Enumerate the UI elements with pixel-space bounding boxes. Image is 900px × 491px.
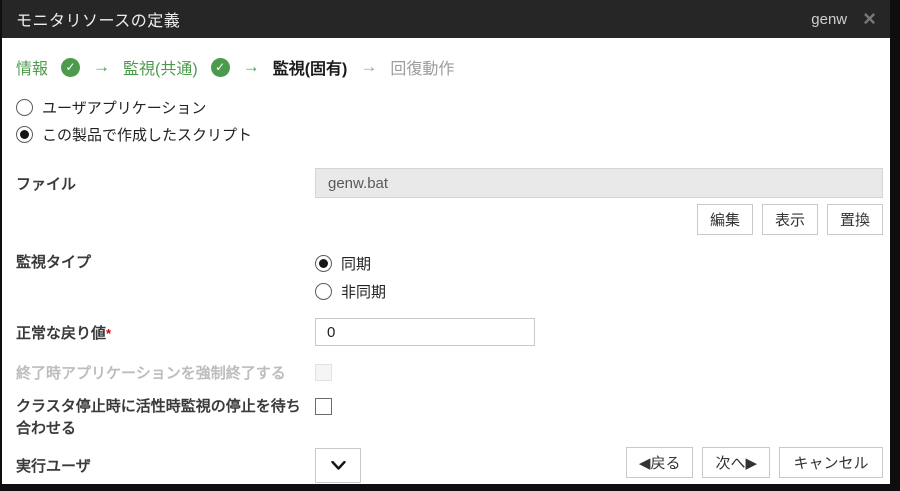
next-button[interactable]: 次へ▶ (702, 447, 770, 478)
radio-synchronous[interactable]: 同期 (315, 249, 386, 277)
arrow-right-icon: → (93, 57, 110, 77)
cancel-button[interactable]: キャンセル (779, 447, 883, 478)
dialog-titlebar: モニタリソースの定義 genw × (2, 0, 890, 38)
step-recovery-action: 回復動作 (390, 55, 454, 79)
wait-stop-label: クラスタ停止時に活性時監視の停止を待ち合わせる (16, 396, 315, 440)
exec-user-select[interactable] (315, 448, 361, 483)
check-circle-icon: ✓ (211, 58, 230, 77)
dialog-title: モニタリソースの定義 (16, 7, 180, 31)
force-kill-row: 終了時アプリケーションを強制終了する (16, 362, 883, 383)
required-asterisk: * (106, 326, 111, 341)
force-kill-label: 終了時アプリケーションを強制終了する (16, 362, 315, 383)
file-input (315, 168, 883, 198)
normal-return-label: 正常な戻り値* (16, 322, 315, 343)
radio-label: 非同期 (341, 281, 386, 302)
arrow-right-icon: → (243, 57, 260, 77)
chevron-down-icon (331, 461, 346, 470)
wait-stop-row: クラスタ停止時に活性時監視の停止を待ち合わせる (16, 396, 883, 440)
radio-icon[interactable] (16, 99, 33, 116)
radio-icon[interactable] (16, 126, 33, 143)
monitor-resource-dialog: モニタリソースの定義 genw × 情報 ✓ → 監視(共通) ✓ → 監視(固… (2, 0, 890, 484)
replace-button[interactable]: 置換 (827, 204, 883, 235)
file-label: ファイル (16, 173, 315, 194)
resource-name-label: genw (811, 11, 847, 28)
monitor-type-label: 監視タイプ (16, 249, 315, 272)
normal-return-label-text: 正常な戻り値 (16, 325, 106, 342)
radio-user-application[interactable]: ユーザアプリケーション (16, 94, 883, 121)
normal-return-input[interactable] (315, 318, 535, 346)
radio-icon[interactable] (315, 255, 332, 272)
monitor-type-row: 監視タイプ 同期 非同期 (16, 249, 883, 305)
radio-label: この製品で作成したスクリプト (42, 124, 252, 145)
footer-button-row: ◀戻る 次へ▶ キャンセル (626, 447, 883, 478)
dialog-content: 情報 ✓ → 監視(共通) ✓ → 監視(固有) → 回復動作 ユーザアプリケー… (2, 55, 890, 483)
normal-return-row: 正常な戻り値* (16, 318, 883, 346)
wizard-steps: 情報 ✓ → 監視(共通) ✓ → 監視(固有) → 回復動作 (16, 55, 883, 79)
radio-icon[interactable] (315, 283, 332, 300)
radio-asynchronous[interactable]: 非同期 (315, 277, 386, 305)
step-monitor-common[interactable]: 監視(共通) (123, 55, 198, 79)
monitor-type-options: 同期 非同期 (315, 249, 386, 305)
file-row: ファイル (16, 168, 883, 198)
radio-script-created[interactable]: この製品で作成したスクリプト (16, 121, 883, 148)
view-button[interactable]: 表示 (762, 204, 818, 235)
back-button[interactable]: ◀戻る (626, 447, 694, 478)
force-kill-checkbox (315, 364, 332, 381)
wait-stop-checkbox[interactable] (315, 398, 332, 415)
arrow-right-icon: → (360, 57, 377, 77)
close-icon[interactable]: × (863, 8, 876, 30)
file-button-row: 編集 表示 置換 (16, 204, 883, 235)
step-monitor-special: 監視(固有) (273, 55, 348, 79)
step-info[interactable]: 情報 (16, 55, 48, 79)
radio-label: 同期 (341, 253, 371, 274)
edit-button[interactable]: 編集 (697, 204, 753, 235)
radio-label: ユーザアプリケーション (42, 97, 206, 118)
exec-user-label: 実行ユーザ (16, 455, 315, 476)
script-type-group: ユーザアプリケーション この製品で作成したスクリプト (16, 94, 883, 148)
check-circle-icon: ✓ (61, 58, 80, 77)
